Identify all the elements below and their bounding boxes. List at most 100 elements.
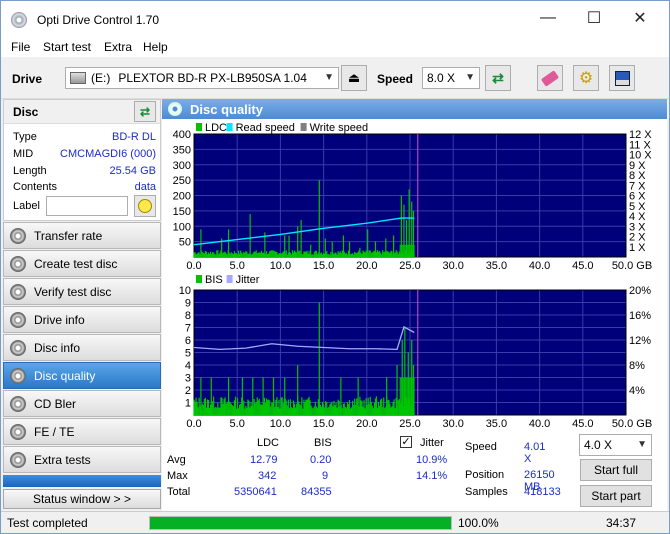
- refresh-speed-button[interactable]: ⇄: [485, 65, 511, 91]
- x-tick-label: 15.0: [313, 260, 334, 271]
- menu-help[interactable]: Help: [143, 40, 168, 54]
- y-tick-label: 3: [185, 373, 191, 385]
- test-speed-select[interactable]: 4.0 X ▼: [579, 434, 652, 456]
- drive-label: Drive: [12, 72, 43, 86]
- x-tick-label: 30.0: [442, 260, 463, 271]
- chevron-down-icon: ▼: [637, 439, 647, 450]
- drive-value: PLEXTOR BD-R PX-LB950SA 1.04: [118, 71, 307, 85]
- nav-label: Disc info: [34, 340, 81, 355]
- menu-bar: File Start test Extra Help: [1, 39, 669, 57]
- y-tick-label: 250: [173, 175, 191, 187]
- nav-label: Create test disc: [34, 256, 118, 271]
- elapsed-time: 34:37: [606, 516, 637, 530]
- type-value: BD-R DL: [111, 131, 156, 143]
- progress-bar: [149, 516, 452, 530]
- eraser-icon: [540, 69, 560, 87]
- max-label: Max: [167, 470, 188, 482]
- ldc-bar: [399, 244, 415, 257]
- menu-file[interactable]: File: [11, 40, 30, 54]
- legend-swatch: [196, 123, 202, 131]
- legend-label: LDC: [205, 122, 227, 134]
- legend-swatch: [300, 123, 307, 131]
- disc-icon: [10, 395, 26, 412]
- x-tick-label: 0.0: [186, 260, 201, 271]
- max-bis: 9: [322, 470, 329, 482]
- drive-letter: (E:): [91, 71, 111, 85]
- maximize-button[interactable]: ☐: [571, 1, 617, 35]
- speed-label: Speed: [465, 441, 497, 453]
- y-tick-label: 7: [185, 323, 191, 335]
- floppy-icon: [614, 70, 630, 86]
- refresh-icon: ⇄: [492, 69, 504, 86]
- samples-label: Samples: [465, 486, 508, 498]
- col-jitter: Jitter: [420, 437, 444, 449]
- nav-transfer-rate[interactable]: Transfer rate: [3, 222, 161, 249]
- drive-select[interactable]: (E:) PLEXTOR BD-R PX-LB950SA 1.04 ▼: [65, 67, 339, 89]
- disc-quality-icon: [168, 102, 182, 116]
- chevron-down-icon: ▼: [324, 72, 334, 83]
- x-tick-label: 10.0: [270, 418, 291, 427]
- nav-create-test-disc[interactable]: Create test disc: [3, 250, 161, 277]
- y-tick-label: 100: [173, 221, 191, 233]
- erase-button[interactable]: [537, 65, 563, 91]
- nav-verify-test-disc[interactable]: Verify test disc: [3, 278, 161, 305]
- disc-icon: [10, 339, 26, 356]
- type-key: Type: [13, 131, 37, 143]
- test-speed-value: 4.0 X: [584, 438, 613, 452]
- panel-title: Disc quality: [190, 101, 263, 117]
- nav-label: Verify test disc: [34, 284, 112, 299]
- y-tick-label: 1: [185, 398, 191, 410]
- nav-disc-quality[interactable]: Disc quality: [3, 362, 161, 389]
- disc-refresh-button[interactable]: ⇄: [134, 101, 156, 122]
- x-tick-label: 5.0: [230, 418, 245, 427]
- legend-swatch: [226, 275, 233, 283]
- x-tick-label: 40.0: [529, 260, 550, 271]
- start-part-button[interactable]: Start part: [580, 485, 652, 507]
- progress-fill: [150, 517, 451, 529]
- y-tick-label: 9: [185, 298, 191, 310]
- menu-start-test[interactable]: Start test: [43, 40, 91, 54]
- label-apply-button[interactable]: [134, 195, 156, 217]
- legend-label: Write speed: [310, 122, 369, 134]
- status-window-button[interactable]: Status window > >: [3, 489, 161, 509]
- nav-fe-te[interactable]: FE / TE: [3, 418, 161, 445]
- y-tick-label: 400: [173, 129, 191, 141]
- drive-icon: [70, 72, 86, 84]
- disc-icon: [10, 283, 26, 300]
- start-full-button[interactable]: Start full: [580, 459, 652, 481]
- close-button[interactable]: ✕: [617, 1, 663, 35]
- disc-icon: [10, 227, 26, 244]
- disc-quality-panel: Disc quality LDC Read speed Write speed 0.0…: [162, 99, 667, 511]
- nav-label: FE / TE: [34, 424, 75, 439]
- save-button[interactable]: [609, 65, 635, 91]
- y-tick-label: 4: [185, 360, 191, 372]
- nav-label: CD Bler: [34, 396, 77, 411]
- bis-bar: [399, 377, 415, 415]
- nav-extra-tests[interactable]: Extra tests: [3, 446, 161, 473]
- y2-tick-label: 16%: [629, 310, 651, 322]
- x-tick-label: 5.0: [230, 260, 245, 271]
- x-tick-label: 25.0: [399, 260, 420, 271]
- disc-icon: [10, 423, 26, 440]
- x-tick-label: 50.0 GB: [612, 260, 652, 271]
- label-input[interactable]: [46, 196, 128, 216]
- avg-jitter: 10.9%: [416, 454, 448, 466]
- y-tick-label: 350: [173, 144, 191, 156]
- x-tick-label: 50.0 GB: [612, 418, 652, 427]
- nav-cd-bler[interactable]: CD Bler: [3, 390, 161, 417]
- jitter-checkbox[interactable]: ✓: [400, 436, 412, 448]
- nav-drive-info[interactable]: Drive info: [3, 306, 161, 333]
- y2-tick-label: 8%: [629, 360, 645, 372]
- disc-icon: [10, 451, 26, 468]
- menu-extra[interactable]: Extra: [104, 40, 132, 54]
- status-text: Test completed: [7, 516, 88, 530]
- speed-select[interactable]: 8.0 X ▼: [422, 67, 480, 89]
- nav-disc-info[interactable]: Disc info: [3, 334, 161, 361]
- x-tick-label: 20.0: [356, 418, 377, 427]
- x-tick-label: 15.0: [313, 418, 334, 427]
- eject-button[interactable]: ⏏: [341, 65, 367, 91]
- minimize-button[interactable]: —: [525, 1, 571, 35]
- settings-button[interactable]: ⚙: [573, 65, 599, 91]
- legend-swatch: [196, 275, 202, 283]
- mid-key: MID: [13, 148, 34, 160]
